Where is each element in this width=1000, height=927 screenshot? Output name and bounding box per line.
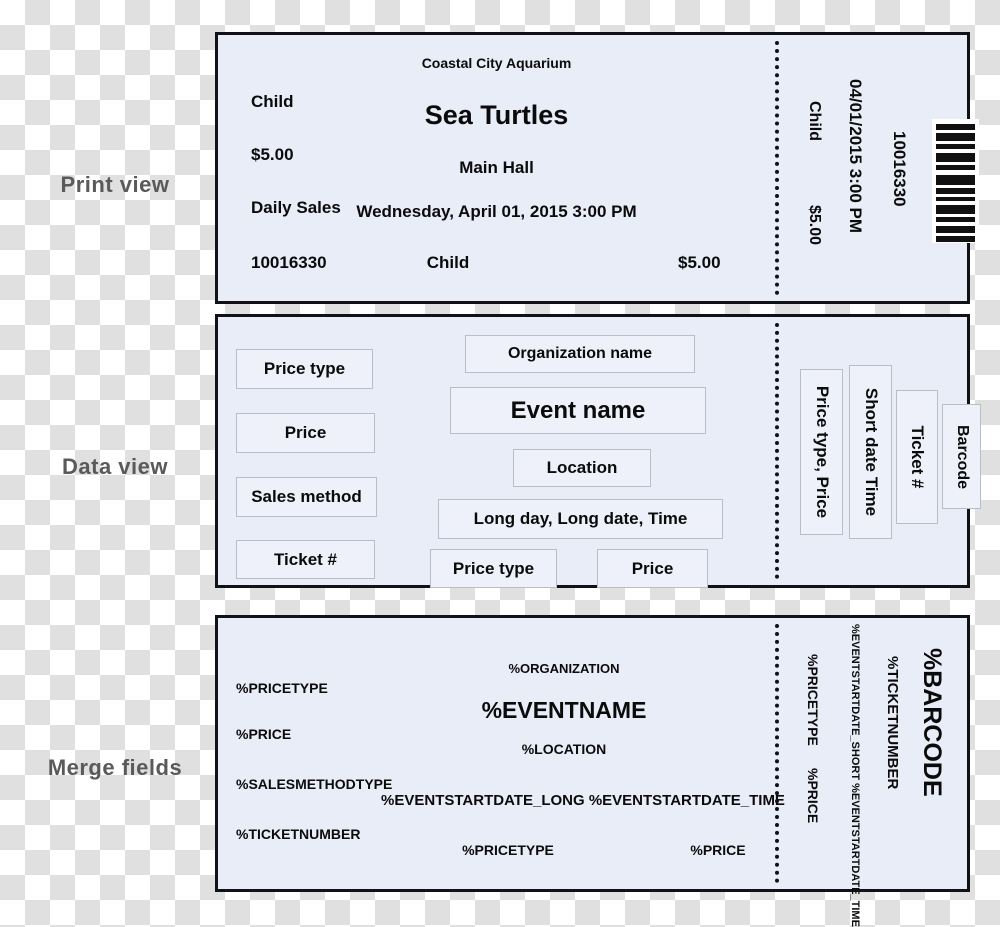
- data-field-organization[interactable]: Organization name: [465, 335, 695, 373]
- merge-bottom-price-type: %PRICETYPE: [462, 842, 554, 858]
- row-label-data-view: Data view: [62, 454, 168, 479]
- print-stub-short-date: 04/01/2015 3:00 PM: [846, 79, 865, 234]
- print-event-name: Sea Turtles: [424, 100, 569, 130]
- merge-sales-method: %SALESMETHODTYPE: [236, 776, 393, 792]
- data-view-stub-pane: Price type, Price Short date Time Ticket…: [779, 317, 981, 585]
- print-organization: Coastal City Aquarium: [421, 55, 572, 71]
- data-stub-field-short-date-time[interactable]: Short date Time: [849, 365, 892, 539]
- data-field-event-name[interactable]: Event name: [450, 387, 706, 434]
- data-field-bottom-price-type[interactable]: Price type: [430, 549, 557, 588]
- merge-fields-stub-pane: %PRICETYPE %PRICE %EVENTSTARTDATE_SHORT …: [779, 618, 967, 927]
- print-stub-ticket-number: 10016330: [890, 131, 909, 207]
- print-stub-price-type: Child: [806, 101, 823, 141]
- print-location: Main Hall: [459, 158, 534, 177]
- row-label-merge-fields: Merge fields: [47, 755, 183, 780]
- ticket-data-view: Price type Price Sales method Ticket # O…: [215, 314, 981, 588]
- print-long-date: Wednesday, April 01, 2015 3:00 PM: [356, 202, 637, 221]
- data-field-bottom-price[interactable]: Price: [597, 549, 708, 588]
- ticket-print-view: Child $5.00 Daily Sales 10016330 Coastal…: [215, 32, 979, 304]
- merge-stub-barcode: %BARCODE: [918, 648, 946, 797]
- data-stub-field-barcode[interactable]: Barcode: [942, 404, 981, 509]
- data-stub-label-short-date-time: Short date Time: [861, 387, 881, 517]
- print-bottom-price-type: Child: [426, 253, 470, 272]
- merge-stub-short-date-time: %EVENTSTARTDATE_SHORT %EVENTSTARTDATE_TI…: [849, 624, 861, 927]
- merge-price-type: %PRICETYPE: [236, 680, 328, 696]
- ticket-merge-fields: %PRICETYPE %PRICE %SALESMETHODTYPE %TICK…: [215, 615, 970, 927]
- merge-location: %LOCATION: [521, 741, 607, 757]
- data-field-long-date[interactable]: Long day, Long date, Time: [438, 499, 723, 539]
- merge-long-date: %EVENTSTARTDATE_LONG %EVENTSTARTDATE_TIM…: [381, 792, 785, 809]
- merge-event-name: %EVENTNAME: [481, 697, 647, 723]
- data-field-price-type[interactable]: Price type: [236, 349, 373, 389]
- merge-stub-price: %PRICE: [805, 768, 821, 824]
- print-view-main-pane: Child $5.00 Daily Sales 10016330 Coastal…: [218, 35, 775, 301]
- merge-stub-price-type: %PRICETYPE: [805, 654, 821, 746]
- merge-fields-main-pane: %PRICETYPE %PRICE %SALESMETHODTYPE %TICK…: [218, 618, 785, 889]
- merge-ticket-number: %TICKETNUMBER: [236, 826, 361, 842]
- data-stub-label-barcode: Barcode: [953, 424, 971, 489]
- print-view-stub-pane: Child $5.00 04/01/2015 3:00 PM 10016330: [779, 35, 979, 301]
- barcode-icon: [932, 119, 979, 243]
- merge-organization: %ORGANIZATION: [508, 661, 620, 676]
- data-field-sales-method[interactable]: Sales method: [236, 477, 377, 517]
- merge-stub-ticket-number: %TICKETNUMBER: [884, 656, 901, 790]
- data-view-main-pane: Price type Price Sales method Ticket # O…: [218, 317, 775, 588]
- data-field-price[interactable]: Price: [236, 413, 375, 453]
- print-stub-price: $5.00: [806, 205, 823, 246]
- data-stub-label-price-type-price: Price type, Price: [812, 385, 832, 519]
- data-stub-field-price-type-price[interactable]: Price type, Price: [800, 369, 843, 535]
- data-field-ticket-number[interactable]: Ticket #: [236, 540, 375, 579]
- data-stub-field-ticket-number[interactable]: Ticket #: [896, 390, 938, 524]
- row-label-print-view: Print view: [60, 172, 170, 197]
- merge-price: %PRICE: [236, 726, 292, 742]
- data-stub-label-ticket-number: Ticket #: [908, 425, 927, 489]
- data-field-location[interactable]: Location: [513, 449, 651, 487]
